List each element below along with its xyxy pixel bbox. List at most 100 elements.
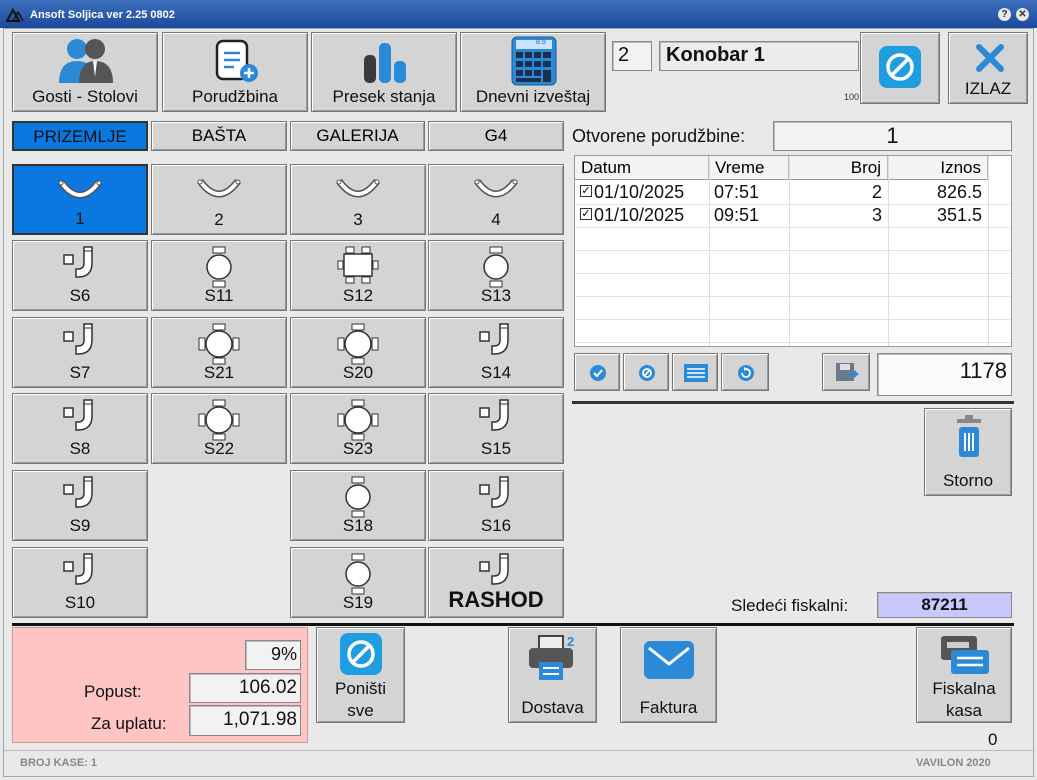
- orders-table[interactable]: Datum Vreme Broj Iznos ✓ 01/10/2025 07:5…: [574, 155, 1012, 347]
- cancel-all-button[interactable]: Poništi sve: [316, 627, 405, 723]
- table-tile[interactable]: S7: [12, 317, 148, 388]
- column-header-amount[interactable]: Iznos: [888, 156, 988, 180]
- table-tile[interactable]: S6: [12, 240, 148, 311]
- delivery-button[interactable]: 2 Dostava: [508, 627, 597, 723]
- table-tile[interactable]: S15: [428, 393, 564, 464]
- bar-stool-icon: [62, 245, 98, 288]
- bar-stool-icon: [478, 322, 514, 365]
- total-value-field: 1,071.98: [189, 705, 301, 736]
- new-document-icon: [215, 39, 258, 82]
- discount-percent-field[interactable]: 9%: [245, 640, 301, 670]
- table-tile-label: S19: [342, 593, 374, 612]
- bar-counter-icon: [197, 177, 241, 206]
- stock-report-button[interactable]: Presek stanja: [311, 32, 457, 112]
- invoice-button[interactable]: Faktura: [620, 627, 717, 723]
- guests-tables-label: Gosti - Stolovi: [32, 87, 138, 106]
- row-checkbox[interactable]: ✓: [580, 208, 592, 220]
- tab-basta[interactable]: BAŠTA: [151, 121, 287, 151]
- table-tile[interactable]: S18: [290, 470, 426, 541]
- delivery-label: Dostava: [521, 698, 584, 717]
- table-tile[interactable]: 4: [428, 164, 564, 235]
- bar-counter-icon: [474, 177, 518, 206]
- cancel-all-label: Poništi sve: [334, 679, 387, 720]
- table-tile-label: 3: [353, 210, 363, 229]
- table-tile[interactable]: S8: [12, 393, 148, 464]
- table-tile-label: S6: [69, 286, 91, 305]
- table-tile-label: S20: [342, 363, 374, 382]
- row-number: 2: [871, 182, 882, 202]
- table-tile[interactable]: S14: [428, 317, 564, 388]
- table-tile-label: RASHOD: [448, 587, 544, 612]
- order-button[interactable]: Porudžbina: [162, 32, 308, 112]
- block-button[interactable]: [860, 32, 940, 104]
- table-tile-label: S16: [480, 516, 512, 535]
- waiter-number-field[interactable]: 2: [612, 41, 652, 71]
- discount-value-field[interactable]: 106.02: [189, 673, 301, 703]
- app-logo-icon: [6, 8, 24, 22]
- bar-chart-icon: [364, 43, 406, 83]
- bar-counter-icon: [58, 178, 102, 207]
- daily-report-label: Dnevni izveštaj: [475, 87, 591, 106]
- refresh-icon: [738, 365, 754, 381]
- table-tile[interactable]: S13: [428, 240, 564, 311]
- column-header-date[interactable]: Datum: [575, 156, 709, 180]
- waiter-name-field[interactable]: Konobar 1: [659, 41, 859, 71]
- bar-stool-icon: [62, 475, 98, 518]
- status-bar: [4, 750, 1033, 776]
- invoice-label: Faktura: [639, 698, 698, 717]
- trash-icon: [957, 415, 981, 457]
- check-circle-icon: [590, 365, 606, 381]
- table-tile[interactable]: S20: [290, 317, 426, 388]
- help-icon[interactable]: ?: [998, 8, 1011, 21]
- table-tile-label: S14: [480, 363, 512, 382]
- table-tile-label: S11: [204, 286, 234, 305]
- table-tile[interactable]: S23: [290, 393, 426, 464]
- close-icon[interactable]: ✕: [1016, 8, 1029, 21]
- open-orders-count: 1: [773, 121, 1012, 151]
- order-label: Porudžbina: [191, 87, 278, 106]
- exit-button[interactable]: IZLAZ: [948, 32, 1028, 104]
- tab-galerija[interactable]: GALERIJA: [290, 121, 425, 151]
- save-button[interactable]: [822, 353, 870, 391]
- list-button[interactable]: [672, 353, 718, 391]
- table-tile[interactable]: S11: [151, 240, 287, 311]
- cancel-order-button[interactable]: [623, 353, 669, 391]
- row-date: 01/10/2025: [594, 182, 685, 202]
- bar-stool-icon: [478, 398, 514, 441]
- table-tile[interactable]: S19: [290, 547, 426, 618]
- table-tile[interactable]: S22: [151, 393, 287, 464]
- row-checkbox[interactable]: ✓: [580, 185, 592, 197]
- tab-g4[interactable]: G4: [428, 121, 564, 151]
- refresh-button[interactable]: [721, 353, 769, 391]
- table-tile[interactable]: S10: [12, 547, 148, 618]
- column-header-number[interactable]: Broj: [789, 156, 888, 180]
- table-tile-label: S21: [203, 363, 235, 382]
- table-tile[interactable]: RASHOD: [428, 547, 564, 618]
- table-tile-label: S12: [342, 286, 374, 305]
- table-tile[interactable]: 3: [290, 164, 426, 235]
- table-tile-label: S10: [64, 593, 96, 612]
- table-tile[interactable]: S21: [151, 317, 287, 388]
- daily-report-button[interactable]: 8.9 Dnevni izveštaj: [460, 32, 606, 112]
- row-amount: 826.5: [936, 182, 982, 202]
- table-tile[interactable]: 1: [12, 164, 148, 235]
- table-tile-label: S8: [69, 439, 91, 458]
- guests-tables-button[interactable]: Gosti - Stolovi: [12, 32, 158, 112]
- confirm-order-button[interactable]: [574, 353, 620, 391]
- bottom-divider: [12, 623, 1014, 626]
- table-tile-label: S22: [203, 439, 235, 458]
- save-disk-icon: [836, 363, 859, 381]
- table-tile[interactable]: S12: [290, 240, 426, 311]
- open-orders-label: Otvorene porudžbine:: [572, 126, 746, 146]
- column-header-time[interactable]: Vreme: [709, 156, 789, 180]
- calculator-display: 8.9: [536, 39, 546, 46]
- table-tile[interactable]: 2: [151, 164, 287, 235]
- table-tile[interactable]: S16: [428, 470, 564, 541]
- storno-label: Storno: [942, 471, 994, 490]
- title-bar: Ansoft Soljica ver 2.25 0802 ? ✕: [0, 0, 1037, 28]
- window-title: Ansoft Soljica ver 2.25 0802: [30, 9, 175, 21]
- table-tile[interactable]: S9: [12, 470, 148, 541]
- storno-button[interactable]: Storno: [924, 408, 1012, 496]
- fiscal-register-button[interactable]: Fiskalna kasa: [916, 627, 1012, 723]
- tab-prizemlje[interactable]: PRIZEMLJE: [12, 121, 148, 151]
